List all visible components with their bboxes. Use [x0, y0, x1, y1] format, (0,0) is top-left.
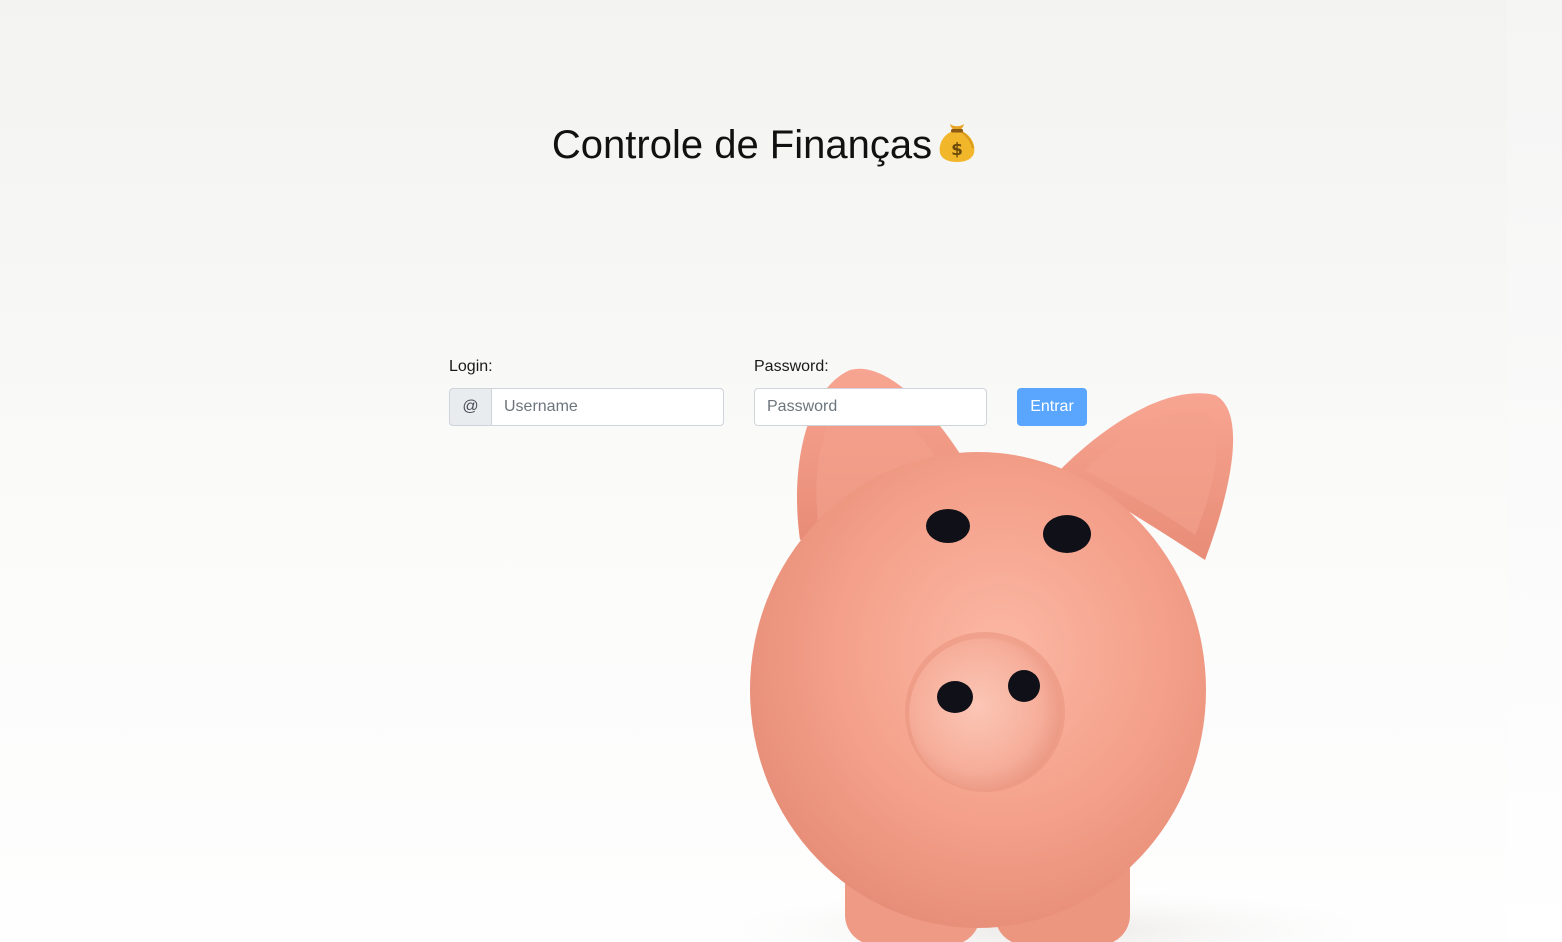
page-title: Controle de Finanças $ [0, 118, 1532, 171]
entrar-button[interactable]: Entrar [1017, 388, 1087, 426]
username-input[interactable] [491, 388, 724, 426]
password-label: Password: [754, 358, 829, 375]
money-bag-icon: $ [934, 118, 980, 164]
at-sign-addon: @ [449, 388, 491, 426]
svg-text:$: $ [951, 140, 963, 160]
login-label: Login: [449, 358, 493, 375]
password-input[interactable] [754, 388, 987, 426]
page-title-text: Controle de Finanças [551, 123, 933, 167]
